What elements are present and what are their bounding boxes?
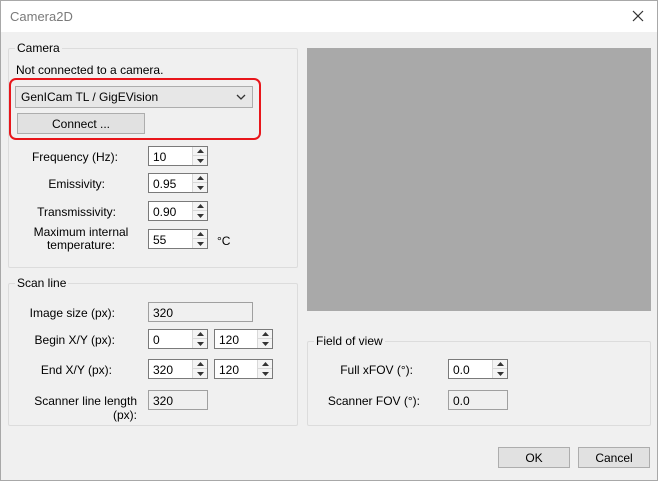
begin-y-spinner[interactable]: 120	[214, 329, 273, 349]
emissivity-value: 0.95	[153, 177, 177, 191]
triangle-up-icon	[261, 332, 269, 336]
field-of-view-group-label: Field of view	[314, 334, 385, 348]
connect-button-label: Connect ...	[51, 116, 111, 131]
end-y-down-button[interactable]	[258, 369, 272, 378]
full-xfov-spinner[interactable]: 0.0	[448, 359, 508, 379]
scanner-fov-field: 0.0	[448, 390, 508, 410]
scanner-fov-value: 0.0	[453, 394, 470, 408]
triangle-up-icon	[261, 362, 269, 366]
max-temperature-down-button[interactable]	[193, 239, 207, 248]
emissivity-label: Emissivity:	[48, 177, 105, 191]
scanner-fov-label: Scanner FOV (°):	[327, 394, 420, 408]
max-temperature-value: 55	[153, 233, 167, 247]
end-x-up-button[interactable]	[193, 360, 207, 369]
emissivity-spinner[interactable]: 0.95	[148, 173, 208, 193]
max-temperature-label: Maximum internal temperature:	[27, 226, 135, 252]
close-button[interactable]	[627, 5, 649, 27]
frequency-label: Frequency (Hz):	[31, 150, 118, 164]
frequency-down-button[interactable]	[193, 156, 207, 165]
max-temperature-up-button[interactable]	[193, 230, 207, 239]
ok-button-label: OK	[525, 450, 543, 465]
transmissivity-spinner[interactable]: 0.90	[148, 201, 208, 221]
triangle-down-icon	[196, 241, 204, 246]
camera-interface-select[interactable]: GenICam TL / GigEVision	[15, 86, 253, 108]
end-x-spinner[interactable]: 320	[148, 359, 208, 379]
scanner-line-length-label: Scanner line length (px):	[34, 394, 137, 422]
scanner-line-length-value: 320	[153, 394, 174, 408]
begin-y-value: 120	[219, 333, 240, 347]
full-xfov-up-button[interactable]	[493, 360, 507, 369]
end-y-value: 120	[219, 363, 240, 377]
max-temperature-spinner[interactable]: 55	[148, 229, 208, 249]
triangle-down-icon	[196, 185, 204, 190]
triangle-up-icon	[196, 204, 204, 208]
camera2d-dialog: Camera2D Camera Not connected to a camer…	[0, 0, 658, 481]
image-size-field: 320	[148, 302, 253, 322]
camera-interface-value: GenICam TL / GigEVision	[21, 90, 159, 104]
triangle-up-icon	[196, 332, 204, 336]
chevron-down-icon	[236, 94, 246, 100]
image-size-value: 320	[153, 306, 174, 320]
close-icon	[632, 10, 644, 22]
transmissivity-label: Transmissivity:	[37, 205, 116, 219]
begin-x-up-button[interactable]	[193, 330, 207, 339]
temperature-unit: °C	[217, 234, 231, 248]
end-y-spinner[interactable]: 120	[214, 359, 273, 379]
end-x-value: 320	[153, 363, 174, 377]
begin-y-up-button[interactable]	[258, 330, 272, 339]
full-xfov-down-button[interactable]	[493, 369, 507, 378]
frequency-spinner[interactable]: 10	[148, 146, 208, 166]
ok-button[interactable]: OK	[498, 447, 570, 468]
triangle-down-icon	[196, 158, 204, 163]
begin-x-down-button[interactable]	[193, 339, 207, 348]
begin-x-spinner[interactable]: 0	[148, 329, 208, 349]
camera-status-text: Not connected to a camera.	[16, 63, 164, 77]
begin-x-value: 0	[153, 333, 160, 347]
triangle-up-icon	[196, 232, 204, 236]
end-xy-label: End X/Y (px):	[40, 363, 112, 377]
scanner-line-length-field: 320	[148, 390, 208, 410]
transmissivity-up-button[interactable]	[193, 202, 207, 211]
max-temperature-label-line2: temperature:	[46, 238, 116, 252]
camera-preview	[307, 48, 651, 311]
title-bar: Camera2D	[1, 1, 657, 32]
emissivity-down-button[interactable]	[193, 183, 207, 192]
begin-xy-label: Begin X/Y (px):	[34, 333, 115, 347]
triangle-down-icon	[496, 371, 504, 376]
begin-y-down-button[interactable]	[258, 339, 272, 348]
frequency-up-button[interactable]	[193, 147, 207, 156]
transmissivity-value: 0.90	[153, 205, 177, 219]
image-size-label: Image size (px):	[29, 306, 115, 320]
transmissivity-down-button[interactable]	[193, 211, 207, 220]
emissivity-up-button[interactable]	[193, 174, 207, 183]
triangle-down-icon	[261, 341, 269, 346]
triangle-down-icon	[196, 213, 204, 218]
frequency-value: 10	[153, 150, 167, 164]
cancel-button[interactable]: Cancel	[578, 447, 650, 468]
triangle-down-icon	[196, 341, 204, 346]
camera-group-label: Camera	[15, 41, 62, 55]
triangle-up-icon	[196, 176, 204, 180]
full-xfov-label: Full xFOV (°):	[340, 363, 413, 377]
triangle-down-icon	[261, 371, 269, 376]
triangle-up-icon	[496, 362, 504, 366]
triangle-up-icon	[196, 149, 204, 153]
connect-button[interactable]: Connect ...	[17, 113, 145, 134]
field-of-view-group: Field of view	[307, 334, 651, 426]
end-x-down-button[interactable]	[193, 369, 207, 378]
full-xfov-value: 0.0	[453, 363, 470, 377]
scan-line-group-label: Scan line	[15, 276, 69, 290]
triangle-down-icon	[196, 371, 204, 376]
triangle-up-icon	[196, 362, 204, 366]
end-y-up-button[interactable]	[258, 360, 272, 369]
window-title: Camera2D	[10, 9, 73, 24]
cancel-button-label: Cancel	[595, 450, 633, 465]
